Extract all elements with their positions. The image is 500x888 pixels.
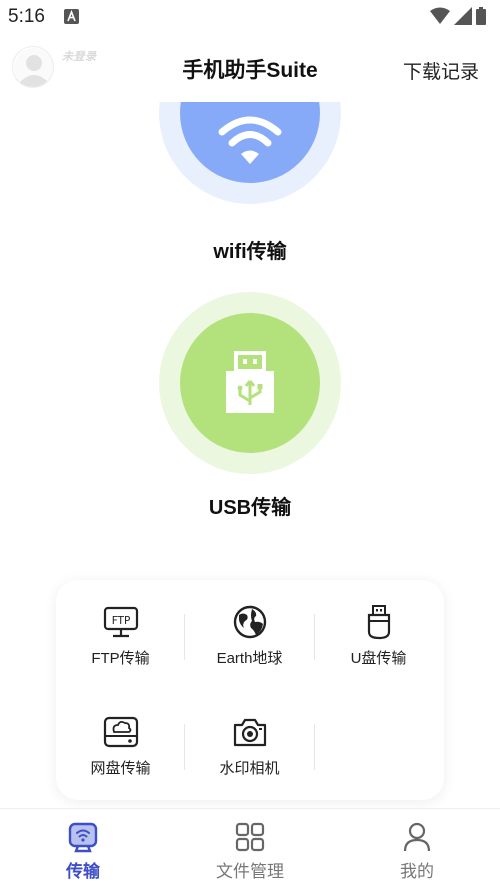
tool-label: U盘传输	[350, 650, 407, 667]
user-icon	[403, 822, 431, 852]
wifi-transfer-label[interactable]: wifi传输	[0, 235, 500, 264]
tool-usb-drive[interactable]: U盘传输	[314, 604, 443, 668]
app-header: 未登录 手机助手Suite 下载记录	[0, 34, 500, 102]
usb-drive-icon	[367, 605, 390, 640]
usb-transfer-label[interactable]: USB传输	[0, 491, 500, 520]
bottom-tab-bar: 传输 文件管理 我的	[0, 808, 500, 888]
battery-icon	[476, 7, 486, 25]
usb-transfer-button[interactable]	[180, 313, 320, 453]
tool-watermark-camera[interactable]: 水印相机	[185, 714, 314, 778]
cell-signal-icon	[454, 7, 472, 25]
divider	[314, 724, 315, 770]
tool-label: Earth地球	[216, 650, 283, 667]
divider	[314, 614, 315, 660]
wifi-signal-icon	[430, 7, 450, 24]
tab-label: 我的	[400, 862, 434, 881]
tab-file-management[interactable]: 文件管理	[190, 821, 310, 882]
tool-label: FTP传输	[91, 650, 150, 667]
camera-icon	[233, 718, 266, 747]
divider	[184, 724, 185, 770]
tab-transfer[interactable]: 传输	[23, 821, 143, 882]
download-records-button[interactable]: 下载记录	[403, 57, 479, 84]
status-bar: 5:16	[0, 0, 500, 34]
tool-earth[interactable]: Earth地球	[185, 604, 314, 668]
cloud-drive-icon	[103, 716, 138, 748]
tab-label: 文件管理	[216, 862, 284, 881]
status-time: 5:16	[8, 6, 45, 27]
globe-icon	[233, 605, 266, 639]
tool-label: 网盘传输	[90, 760, 151, 777]
transfer-icon	[68, 822, 98, 853]
usb-icon	[226, 351, 274, 413]
status-icons	[430, 7, 486, 25]
grid-icon	[235, 822, 265, 852]
notification-a-icon	[64, 9, 79, 24]
main-content: wifi传输 USB传输 FTP FTP传输 Earth地球 U盘传输 网盘传输…	[0, 102, 500, 808]
tab-label: 传输	[66, 862, 100, 881]
tool-label: 水印相机	[219, 760, 280, 777]
tools-card: FTP FTP传输 Earth地球 U盘传输 网盘传输 水印相机	[56, 580, 444, 800]
ftp-icon: FTP	[103, 606, 138, 638]
tool-cloud-drive[interactable]: 网盘传输	[56, 714, 185, 778]
divider	[184, 614, 185, 660]
tool-ftp[interactable]: FTP FTP传输	[56, 604, 185, 668]
svg-text:FTP: FTP	[111, 615, 130, 627]
wifi-icon	[218, 116, 282, 164]
tab-mine[interactable]: 我的	[357, 821, 477, 882]
